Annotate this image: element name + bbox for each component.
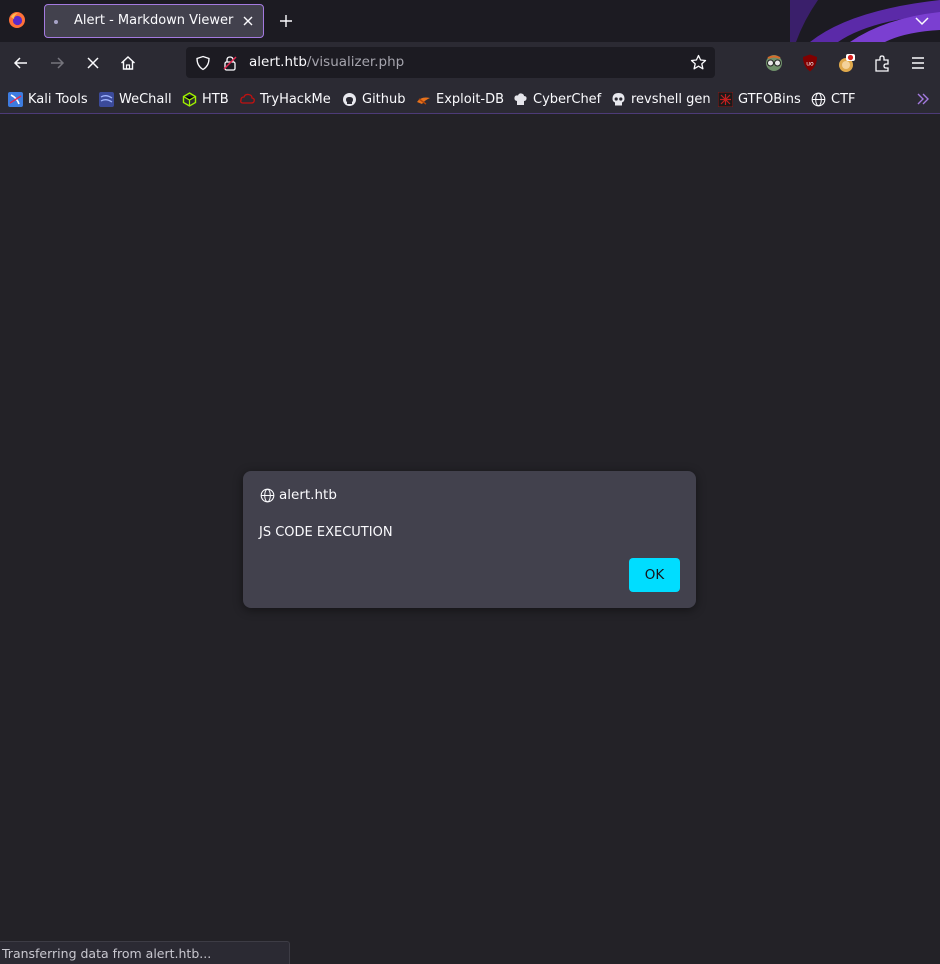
home-icon[interactable]	[119, 54, 137, 72]
dialog-message: JS CODE EXECUTION	[259, 525, 393, 540]
tab-active[interactable]: Alert - Markdown Viewer	[44, 4, 264, 38]
bookmark-label: Github	[362, 91, 406, 107]
url-bar[interactable]: alert.htb/visualizer.php	[186, 47, 715, 78]
alert-dialog: alert.htb JS CODE EXECUTION OK	[243, 471, 696, 608]
kali-icon	[8, 91, 23, 107]
status-text: Transferring data from alert.htb...	[2, 946, 212, 961]
tab-loading-indicator	[54, 20, 58, 24]
ok-button[interactable]: OK	[629, 558, 680, 592]
chef-hat-icon	[514, 92, 527, 105]
bookmark-tryhackme[interactable]: TryHackMe	[240, 90, 331, 108]
svg-text:uo: uo	[806, 61, 814, 68]
ublock-icon[interactable]: uo	[800, 53, 820, 73]
bookmark-ctf[interactable]: CTF	[811, 90, 856, 108]
menu-icon[interactable]	[908, 53, 928, 73]
bookmark-github[interactable]: Github	[342, 90, 406, 108]
globe-icon	[260, 488, 275, 503]
bookmark-label: CTF	[831, 91, 856, 107]
forward-arrow-icon[interactable]	[48, 54, 66, 72]
dialog-origin: alert.htb	[279, 487, 337, 503]
url-text[interactable]: alert.htb/visualizer.php	[249, 54, 404, 70]
bookmark-label: CyberChef	[533, 91, 602, 107]
tab-title: Alert - Markdown Viewer	[74, 13, 234, 28]
github-icon	[343, 92, 356, 106]
tryhackme-icon	[240, 93, 255, 104]
bookmark-label: revshell gen	[631, 91, 711, 107]
back-arrow-icon[interactable]	[12, 54, 30, 72]
star-icon[interactable]	[690, 54, 707, 71]
stop-icon[interactable]	[84, 54, 102, 72]
plus-icon[interactable]	[278, 13, 294, 29]
bookmark-label: TryHackMe	[260, 91, 331, 107]
bookmark-label: HTB	[202, 91, 229, 107]
bookmark-label: GTFOBins	[738, 91, 801, 107]
bookmark-label: Exploit-DB	[436, 91, 505, 107]
bookmark-wechall[interactable]: WeChall	[99, 90, 172, 108]
bookmark-kali-tools[interactable]: Kali Tools	[8, 90, 88, 108]
double-chevron-icon[interactable]	[916, 92, 930, 106]
firefox-logo[interactable]	[8, 11, 26, 29]
hackthebox-icon	[182, 91, 197, 107]
chevron-down-icon[interactable]	[915, 15, 929, 27]
extension-icon[interactable]	[872, 53, 892, 73]
bookmark-cyberchef[interactable]: CyberChef	[513, 90, 601, 108]
url-host: alert.htb	[249, 54, 307, 70]
exploit-db-icon	[417, 97, 430, 105]
gtfobins-icon	[718, 91, 733, 107]
shield-icon[interactable]	[195, 55, 211, 71]
wechall-icon	[99, 91, 114, 107]
url-path: /visualizer.php	[306, 54, 405, 70]
bookmark-label: Kali Tools	[28, 91, 88, 107]
tab-strip: Alert - Markdown Viewer	[0, 0, 940, 42]
bookmarks-toolbar: Kali Tools WeChall HTB TryHackMe Github …	[0, 84, 940, 114]
close-icon[interactable]	[242, 15, 254, 27]
extension-icon[interactable]	[836, 53, 856, 73]
globe-icon	[811, 92, 826, 106]
bookmark-exploit-db[interactable]: Exploit-DB	[416, 90, 504, 108]
bookmark-revshell-gen[interactable]: revshell gen	[611, 90, 711, 108]
lock-icon[interactable]	[223, 55, 237, 71]
bookmark-label: WeChall	[119, 91, 172, 107]
skull-icon	[612, 92, 625, 105]
bookmark-gtfobins[interactable]: GTFOBins	[718, 90, 801, 108]
navigation-toolbar: alert.htb/visualizer.php uo	[0, 42, 940, 84]
bookmark-htb[interactable]: HTB	[182, 90, 229, 108]
status-panel: Transferring data from alert.htb...	[0, 941, 290, 964]
extension-icon[interactable]	[764, 53, 784, 73]
